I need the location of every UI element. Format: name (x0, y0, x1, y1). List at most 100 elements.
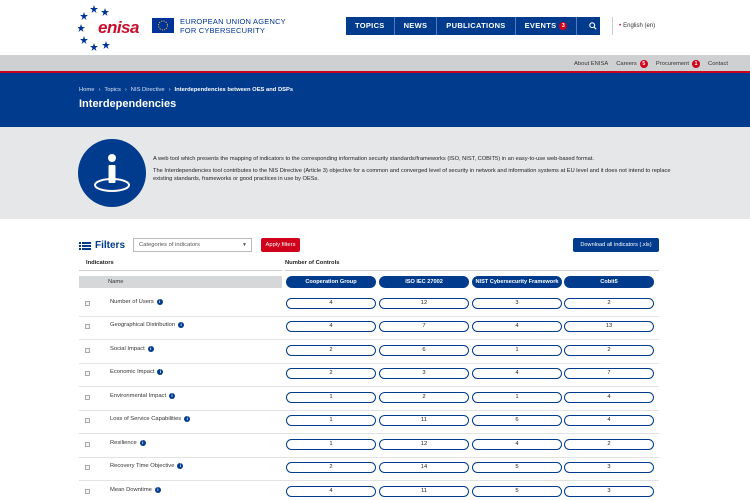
table-row: Economic Impact i 2 3 4 7 (79, 364, 659, 387)
control-count[interactable]: 2 (379, 392, 469, 403)
careers-badge: 5 (639, 60, 648, 68)
indicator-label: Mean Downtime (110, 487, 152, 493)
control-count[interactable]: 6 (379, 345, 469, 356)
secondary-nav: About ENISA Careers 5 Procurement 1 Contac… (574, 55, 728, 73)
info-icon[interactable]: i (154, 487, 161, 493)
row-checkbox[interactable] (85, 301, 90, 306)
control-count[interactable]: 1 (286, 439, 376, 450)
chevron-right-icon: › (168, 87, 171, 93)
control-count[interactable]: 4 (286, 298, 376, 309)
control-count[interactable]: 2 (564, 439, 654, 450)
table-row: Mean Downtime i 4 11 5 3 (79, 482, 659, 500)
control-count[interactable]: 4 (286, 486, 376, 497)
divider (79, 270, 282, 271)
info-icon[interactable]: i (156, 299, 163, 305)
table-row: Recovery Time Objective i 2 14 5 3 (79, 458, 659, 481)
indicator-name: Social Impact i (110, 346, 154, 352)
row-checkbox[interactable] (85, 371, 90, 376)
indicator-label: Social Impact (110, 346, 145, 352)
apply-filters-button[interactable]: Apply filters (261, 238, 300, 252)
filters-heading: Filters (79, 240, 125, 251)
indicator-name: Environmental Impact i (110, 393, 176, 399)
control-count[interactable]: 11 (379, 486, 469, 497)
control-count[interactable]: 4 (472, 439, 562, 450)
control-count[interactable]: 1 (286, 392, 376, 403)
nav-publications[interactable]: PUBLICATIONS (437, 17, 516, 35)
category-select[interactable]: Categories of indicators ▼ (133, 238, 252, 252)
info-icon[interactable]: i (169, 393, 176, 399)
indicator-label: Resilience (110, 440, 137, 446)
control-count[interactable]: 1 (286, 415, 376, 426)
indicator-name: Geographical Distribution i (110, 322, 185, 328)
breadcrumb-topics[interactable]: Topics (104, 87, 120, 93)
control-count[interactable]: 3 (472, 298, 562, 309)
control-count[interactable]: 6 (472, 415, 562, 426)
language-selector[interactable]: • English (en) (612, 17, 655, 35)
row-checkbox[interactable] (85, 442, 90, 447)
control-count[interactable]: 13 (564, 321, 654, 332)
control-count[interactable]: 4 (472, 368, 562, 379)
link-about[interactable]: About ENISA (574, 61, 608, 67)
search-button[interactable] (577, 17, 609, 35)
control-count[interactable]: 7 (379, 321, 469, 332)
row-checkbox[interactable] (85, 489, 90, 494)
link-careers[interactable]: Careers 5 (616, 60, 648, 68)
control-count[interactable]: 2 (286, 345, 376, 356)
header-cobit5[interactable]: Cobit5 (564, 276, 654, 288)
link-contact[interactable]: Contact (708, 61, 728, 67)
control-count[interactable]: 4 (564, 415, 654, 426)
info-icon[interactable]: i (157, 369, 164, 375)
control-count[interactable]: 3 (379, 368, 469, 379)
control-count[interactable]: 2 (286, 462, 376, 473)
row-checkbox[interactable] (85, 465, 90, 470)
control-count[interactable]: 7 (564, 368, 654, 379)
name-header[interactable]: Name (79, 276, 282, 288)
enisa-logo[interactable]: enisa (77, 2, 148, 52)
control-count[interactable]: 2 (286, 368, 376, 379)
info-icon[interactable]: i (147, 346, 154, 352)
indicator-label: Environmental Impact (110, 393, 167, 399)
control-count[interactable]: 4 (472, 321, 562, 332)
info-icon (78, 139, 146, 207)
secondary-bar: About ENISA Careers 5 Procurement 1 Contac… (0, 55, 750, 73)
nav-events[interactable]: EVENTS 3 (516, 17, 578, 35)
indicator-name: Number of Users i (110, 299, 163, 305)
eu-flag-icon (152, 18, 174, 33)
site-header: enisa EUROPEAN UNION AGENCY FOR CYBERSEC… (0, 0, 750, 55)
nav-news[interactable]: NEWS (395, 17, 438, 35)
control-count[interactable]: 11 (379, 415, 469, 426)
info-icon[interactable]: i (178, 322, 185, 328)
search-icon (589, 22, 598, 30)
header-iso-27002[interactable]: ISO IEC 27002 (379, 276, 469, 288)
control-count[interactable]: 2 (564, 298, 654, 309)
info-icon[interactable]: i (184, 416, 191, 422)
control-count[interactable]: 1 (472, 392, 562, 403)
row-checkbox[interactable] (85, 324, 90, 329)
row-checkbox[interactable] (85, 348, 90, 353)
nav-topics[interactable]: TOPICS (346, 17, 395, 35)
breadcrumb-home[interactable]: Home (79, 87, 94, 93)
control-count[interactable]: 14 (379, 462, 469, 473)
info-icon[interactable]: i (177, 463, 184, 469)
control-count[interactable]: 4 (564, 392, 654, 403)
row-checkbox[interactable] (85, 418, 90, 423)
control-count[interactable]: 12 (379, 439, 469, 450)
link-procurement[interactable]: Procurement 1 (656, 60, 701, 68)
row-checkbox[interactable] (85, 395, 90, 400)
download-xls-button[interactable]: Download all indicators (.xls) (573, 238, 659, 252)
header-cooperation-group[interactable]: Cooperation Group (286, 276, 376, 288)
control-count[interactable]: 5 (472, 486, 562, 497)
control-count[interactable]: 5 (472, 462, 562, 473)
control-count[interactable]: 4 (286, 321, 376, 332)
control-count[interactable]: 1 (472, 345, 562, 356)
control-count[interactable]: 3 (564, 462, 654, 473)
table-row: Geographical Distribution i 4 7 4 13 (79, 317, 659, 340)
control-count[interactable]: 2 (564, 345, 654, 356)
intro-text: A web tool which presents the mapping of… (153, 156, 671, 182)
breadcrumb-nis[interactable]: NIS Directive (131, 87, 165, 93)
control-count[interactable]: 3 (564, 486, 654, 497)
info-icon[interactable]: i (139, 440, 146, 446)
control-count[interactable]: 12 (379, 298, 469, 309)
chevron-right-icon: › (124, 87, 127, 93)
header-nist-csf[interactable]: NIST Cybersecurity Framework (472, 276, 562, 288)
